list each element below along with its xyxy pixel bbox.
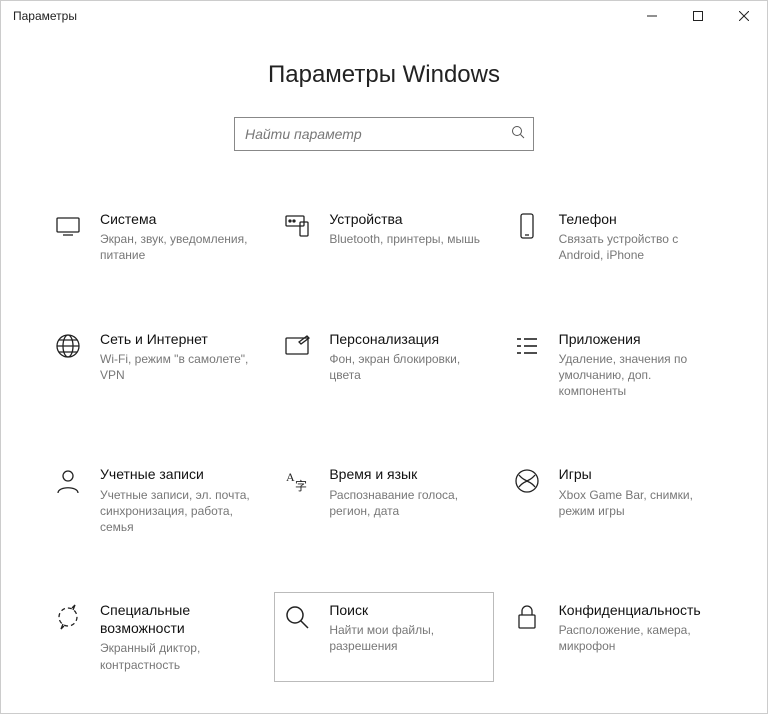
tile-network[interactable]: Сеть и Интернет Wi-Fi, режим "в самолете… (45, 321, 264, 409)
devices-icon (281, 212, 313, 244)
tile-desc: Экран, звук, уведомления, питание (100, 231, 251, 263)
tile-desc: Экранный диктор, контрастность (100, 640, 251, 672)
tile-desc: Xbox Game Bar, снимки, режим игры (559, 487, 710, 519)
tile-privacy[interactable]: Конфиденциальность Расположение, камера,… (504, 592, 723, 682)
tile-devices[interactable]: Устройства Bluetooth, принтеры, мышь (274, 201, 493, 273)
time-language-icon: A字 (281, 467, 313, 499)
tile-title: Телефон (559, 210, 710, 228)
tile-desc: Связать устройство с Android, iPhone (559, 231, 710, 263)
tile-time[interactable]: A字 Время и язык Распознавание голоса, ре… (274, 456, 493, 544)
tile-text: Игры Xbox Game Bar, снимки, режим игры (559, 465, 716, 535)
search-icon (511, 125, 525, 144)
search-input[interactable] (245, 126, 511, 142)
search-tile-icon (281, 603, 313, 635)
search-box[interactable] (234, 117, 534, 151)
tile-text: Приложения Удаление, значения по умолчан… (559, 330, 716, 400)
tile-text: Система Экран, звук, уведомления, питани… (100, 210, 257, 264)
tile-text: Специальные возможности Экранный диктор,… (100, 601, 257, 673)
tile-text: Конфиденциальность Расположение, камера,… (559, 601, 716, 673)
privacy-icon (511, 603, 543, 635)
tile-text: Персонализация Фон, экран блокировки, цв… (329, 330, 486, 400)
tile-title: Время и язык (329, 465, 480, 483)
tile-title: Конфиденциальность (559, 601, 710, 619)
tile-desc: Bluetooth, принтеры, мышь (329, 231, 480, 247)
tile-text: Время и язык Распознавание голоса, регио… (329, 465, 486, 535)
tile-personalization[interactable]: Персонализация Фон, экран блокировки, цв… (274, 321, 493, 409)
search-container (41, 117, 727, 151)
tile-text: Телефон Связать устройство с Android, iP… (559, 210, 716, 264)
content-area: Параметры Windows Система Экран, звук, у… (1, 31, 767, 713)
tile-accounts[interactable]: Учетные записи Учетные записи, эл. почта… (45, 456, 264, 544)
tile-desc: Учетные записи, эл. почта, синхронизация… (100, 487, 251, 536)
tile-desc: Найти мои файлы, разрешения (329, 622, 480, 654)
personalization-icon (281, 332, 313, 364)
settings-grid: Система Экран, звук, уведомления, питани… (41, 201, 727, 713)
tile-title: Учетные записи (100, 465, 251, 483)
apps-icon (511, 332, 543, 364)
window-controls (629, 1, 767, 31)
page-title: Параметры Windows (41, 61, 727, 89)
ease-of-access-icon (52, 603, 84, 635)
tile-search[interactable]: Поиск Найти мои файлы, разрешения (274, 592, 493, 682)
tile-apps[interactable]: Приложения Удаление, значения по умолчан… (504, 321, 723, 409)
tile-title: Игры (559, 465, 710, 483)
tile-text: Устройства Bluetooth, принтеры, мышь (329, 210, 486, 264)
accounts-icon (52, 467, 84, 499)
minimize-icon (647, 11, 657, 21)
close-icon (739, 11, 749, 21)
tile-title: Устройства (329, 210, 480, 228)
close-button[interactable] (721, 1, 767, 31)
titlebar: Параметры (1, 1, 767, 31)
tile-title: Сеть и Интернет (100, 330, 251, 348)
minimize-button[interactable] (629, 1, 675, 31)
maximize-icon (693, 11, 703, 21)
tile-title: Приложения (559, 330, 710, 348)
tile-desc: Удаление, значения по умолчанию, доп. ко… (559, 351, 710, 400)
tile-ease-of-access[interactable]: Специальные возможности Экранный диктор,… (45, 592, 264, 682)
svg-text:字: 字 (295, 478, 307, 493)
tile-desc: Расположение, камера, микрофон (559, 622, 710, 654)
network-icon (52, 332, 84, 364)
tile-phone[interactable]: Телефон Связать устройство с Android, iP… (504, 201, 723, 273)
phone-icon (511, 212, 543, 244)
tile-title: Персонализация (329, 330, 480, 348)
svg-text:A: A (286, 470, 295, 484)
system-icon (52, 212, 84, 244)
settings-window: Параметры Параметры Windows (0, 0, 768, 714)
tile-title: Система (100, 210, 251, 228)
tile-text: Учетные записи Учетные записи, эл. почта… (100, 465, 257, 535)
tile-desc: Wi-Fi, режим "в самолете", VPN (100, 351, 251, 383)
tile-system[interactable]: Система Экран, звук, уведомления, питани… (45, 201, 264, 273)
tile-text: Сеть и Интернет Wi-Fi, режим "в самолете… (100, 330, 257, 400)
tile-gaming[interactable]: Игры Xbox Game Bar, снимки, режим игры (504, 456, 723, 544)
tile-desc: Фон, экран блокировки, цвета (329, 351, 480, 383)
window-title: Параметры (13, 9, 629, 23)
tile-title: Специальные возможности (100, 601, 251, 637)
gaming-icon (511, 467, 543, 499)
maximize-button[interactable] (675, 1, 721, 31)
tile-title: Поиск (329, 601, 480, 619)
tile-desc: Распознавание голоса, регион, дата (329, 487, 480, 519)
tile-text: Поиск Найти мои файлы, разрешения (329, 601, 486, 673)
